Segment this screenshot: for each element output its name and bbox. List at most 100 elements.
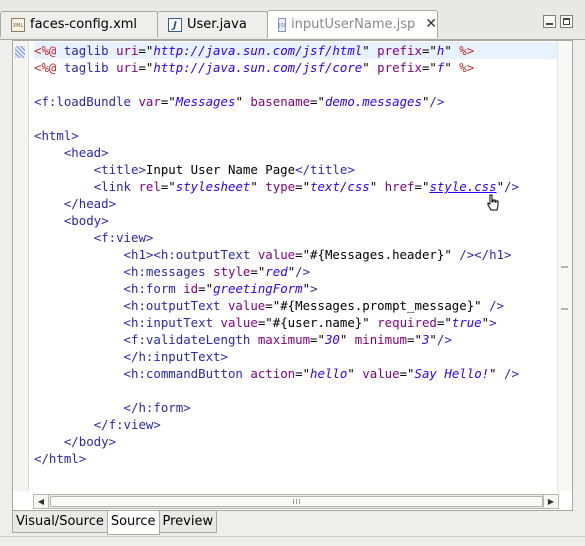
plain-text: =": [198, 281, 214, 296]
plain-text: =": [295, 366, 311, 381]
plain-text: ="#{user.name}": [257, 315, 378, 330]
attribute-value: Say Hello!: [414, 366, 490, 381]
plain-text: ": [339, 332, 355, 347]
java-file-icon: J: [168, 17, 182, 32]
attribute-value: hello: [310, 366, 348, 381]
jsp-file-icon: JSP: [278, 17, 287, 32]
tab-source[interactable]: Source: [106, 511, 160, 535]
code-line[interactable]: </f:view>: [34, 416, 560, 433]
attribute-name: rel: [138, 179, 161, 194]
close-tab-icon[interactable]: ✕: [425, 17, 437, 32]
scroll-right-icon[interactable]: ▶: [543, 495, 558, 508]
horizontal-scrollbar[interactable]: ◀ ▶: [33, 494, 559, 509]
annotation-ruler: [13, 41, 29, 491]
code-line[interactable]: </h:form>: [34, 399, 560, 416]
code-line[interactable]: <h:messages style="red"/>: [34, 263, 560, 280]
source-editor[interactable]: <%@ taglib uri="http://java.sun.com/jsf/…: [12, 40, 573, 511]
code-line[interactable]: [34, 76, 560, 93]
plain-text: ": [250, 179, 266, 194]
plain-text: [34, 145, 64, 160]
plain-text: =": [138, 60, 154, 75]
code-line[interactable]: <f:validateLength maximum="30" minimum="…: [34, 331, 560, 348]
tab-user-java[interactable]: J User.java: [157, 11, 268, 37]
jsp-directive: <%@: [34, 43, 64, 58]
code-line[interactable]: <h:inputText value="#{user.name}" requir…: [34, 314, 560, 331]
plain-text: [34, 298, 124, 313]
plain-text: [34, 366, 124, 381]
attribute-name: minimum: [354, 332, 408, 347]
attribute-name: maximum: [257, 332, 311, 347]
tag-token: <link: [93, 179, 139, 194]
plain-text: =": [436, 315, 452, 330]
plain-text: =": [310, 94, 325, 109]
tag-token: <h:commandButton: [123, 366, 251, 381]
code-line[interactable]: [34, 110, 560, 127]
overview-marker: [561, 308, 568, 310]
code-line[interactable]: </html>: [34, 450, 560, 467]
code-line[interactable]: </head>: [34, 195, 560, 212]
overview-marker: [561, 266, 568, 268]
plain-text: [34, 332, 124, 347]
code-line[interactable]: <h:form id="greetingForm">: [34, 280, 560, 297]
plain-text: =": [421, 43, 437, 58]
attribute-value: Messages: [175, 94, 236, 109]
code-line[interactable]: <f:view>: [34, 229, 560, 246]
code-line[interactable]: <h:commandButton action="hello" value="S…: [34, 365, 560, 382]
xml-file-icon: XML: [11, 17, 25, 32]
minimize-icon[interactable]: [543, 15, 556, 28]
tag-token: <h:messages: [123, 264, 214, 279]
maximize-icon[interactable]: [560, 15, 573, 28]
code-line[interactable]: <html>: [34, 127, 560, 144]
tag-token: <html>: [34, 128, 79, 143]
plain-text: ": [429, 332, 437, 347]
code-line[interactable]: <f:loadBundle var="Messages" basename="d…: [34, 93, 560, 110]
plain-text: =": [160, 94, 176, 109]
plain-text: [34, 264, 124, 279]
attribute-value: 30: [324, 332, 340, 347]
tag-token: /></h1>: [459, 247, 512, 262]
tag-token: <f:view>: [93, 230, 154, 245]
plain-text: =": [310, 332, 325, 347]
code-line[interactable]: <%@ taglib uri="http://java.sun.com/jsf/…: [34, 42, 560, 59]
code-line[interactable]: <h1><h:outputText value="#{Messages.head…: [34, 246, 560, 263]
scrollbar-thumb[interactable]: [50, 496, 543, 507]
plain-text: [34, 434, 64, 449]
attribute-name: var: [138, 94, 161, 109]
jsp-directive: %>: [459, 43, 475, 58]
code-line[interactable]: <%@ taglib uri="http://java.sun.com/jsf/…: [34, 59, 560, 76]
tab-visual-source[interactable]: Visual/Source: [12, 511, 108, 533]
code-line[interactable]: </h:inputText>: [34, 348, 560, 365]
link-value[interactable]: style.css: [429, 179, 496, 194]
plain-text: =": [399, 366, 415, 381]
tab-input-user-name-jsp[interactable]: JSP inputUserName.jsp ✕: [267, 10, 438, 38]
scroll-left-icon[interactable]: ◀: [34, 495, 49, 508]
plain-text: [34, 400, 124, 415]
code-line[interactable]: <body>: [34, 212, 560, 229]
code-line[interactable]: <head>: [34, 144, 560, 161]
occurrence-marker-icon: [15, 46, 25, 58]
code-line[interactable]: <link rel="stylesheet" type="text/css" h…: [34, 178, 560, 195]
code-area[interactable]: <%@ taglib uri="http://java.sun.com/jsf/…: [34, 42, 560, 490]
tab-label: faces-config.xml: [30, 17, 138, 32]
code-line[interactable]: <title>Input User Name Page</title>: [34, 161, 560, 178]
tag-token: </f:view>: [93, 417, 161, 432]
grip-icon: [292, 499, 302, 504]
plain-text: ="#{Messages.prompt_message}": [265, 298, 490, 313]
attribute-name: prefix: [377, 43, 422, 58]
plain-text: [34, 247, 124, 262]
tab-preview[interactable]: Preview: [158, 511, 218, 533]
code-line[interactable]: </body>: [34, 433, 560, 450]
tab-faces-config[interactable]: XML faces-config.xml: [0, 11, 158, 37]
tag-token: taglib: [63, 43, 117, 58]
tag-token: />: [436, 332, 452, 347]
tag-token: taglib: [63, 60, 117, 75]
code-line[interactable]: <h:outputText value="#{Messages.prompt_m…: [34, 297, 560, 314]
jsp-directive: %>: [459, 60, 475, 75]
plain-text: =": [138, 43, 154, 58]
hand-cursor-icon: [487, 194, 499, 211]
code-line[interactable]: [34, 382, 560, 399]
tag-token: <head>: [63, 145, 109, 160]
tab-label: User.java: [187, 17, 247, 32]
tag-token: </head>: [63, 196, 117, 211]
tag-token: </h:inputText>: [123, 349, 228, 364]
